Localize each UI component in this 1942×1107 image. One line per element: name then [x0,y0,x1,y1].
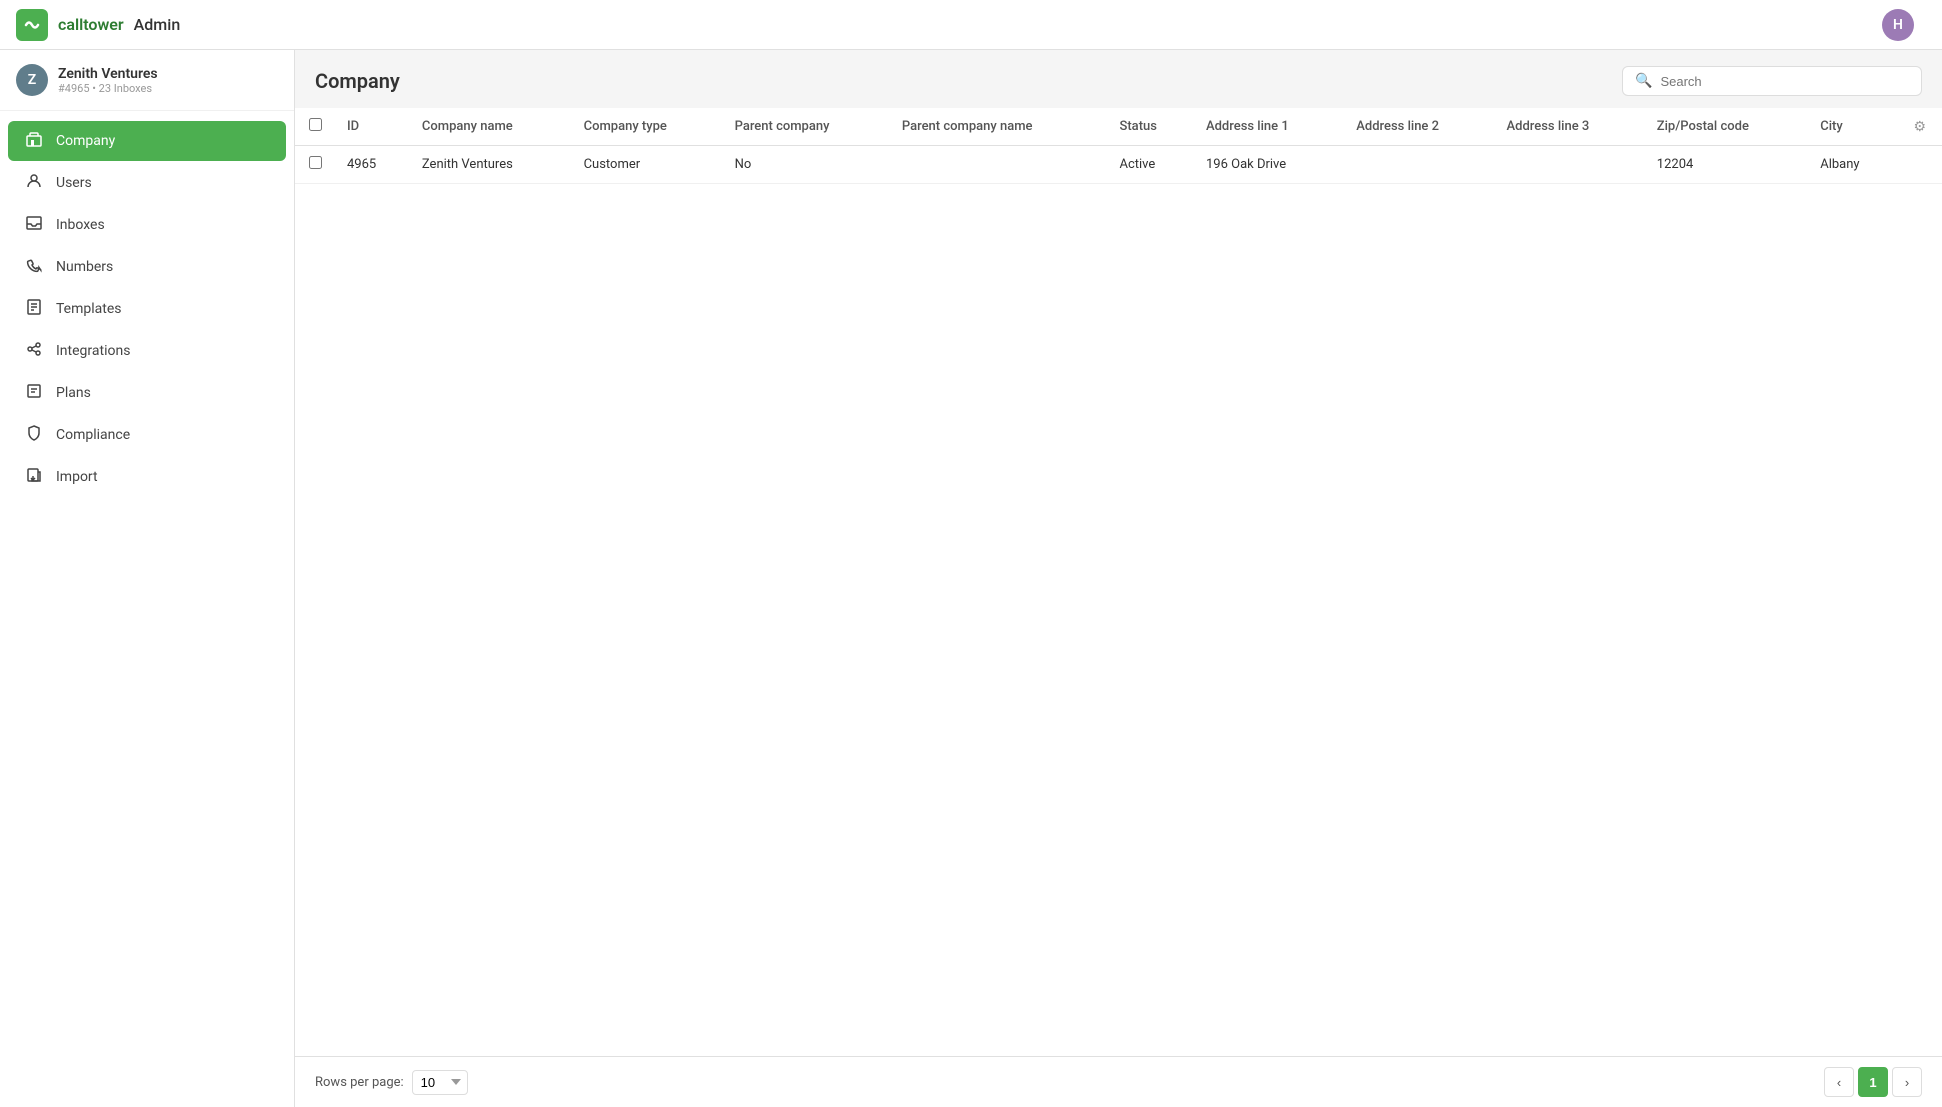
sidebar-item-integrations[interactable]: Integrations [8,331,286,371]
sidebar-item-templates[interactable]: Templates [8,289,286,329]
main-layout: Z Zenith Ventures #4965 • 23 Inboxes Com… [0,50,1942,1107]
cell-company-name: Zenith Ventures [410,146,572,184]
logo-text: calltower [58,15,124,34]
org-meta: #4965 • 23 Inboxes [58,82,158,95]
logo-icon [16,9,48,41]
templates-icon [24,299,44,319]
col-company-type: Company type [572,108,723,146]
table-wrapper: ID Company name Company type Parent comp… [295,108,1942,1056]
search-box[interactable]: 🔍 [1622,66,1922,96]
header-left: calltower Admin [16,9,180,41]
sidebar-item-users[interactable]: Users [8,163,286,203]
sidebar-item-company[interactable]: Company [8,121,286,161]
table-body: 4965 Zenith Ventures Customer No Active … [295,146,1942,184]
rows-per-page-label: Rows per page: [315,1075,404,1090]
integrations-icon [24,341,44,361]
sidebar-item-label-numbers: Numbers [56,259,113,275]
col-parent-company-name: Parent company name [890,108,1108,146]
sidebar-item-label-integrations: Integrations [56,343,130,359]
search-input[interactable] [1660,74,1909,89]
admin-label: Admin [134,15,181,34]
header-right: H [1882,9,1926,41]
sidebar-item-inboxes[interactable]: Inboxes [8,205,286,245]
col-address3: Address line 3 [1495,108,1645,146]
next-page-button[interactable]: › [1892,1067,1922,1097]
pagination: ‹ 1 › [1824,1067,1922,1097]
cell-parent-company: No [723,146,890,184]
row-checkbox-cell [295,146,335,184]
rows-per-page-select[interactable]: 10 25 50 100 [412,1070,468,1095]
prev-page-button[interactable]: ‹ [1824,1067,1854,1097]
sidebar-item-import[interactable]: Import [8,457,286,497]
col-zip: Zip/Postal code [1645,108,1808,146]
cell-parent-company-name [890,146,1108,184]
users-icon [24,173,44,193]
cell-status: Active [1107,146,1194,184]
select-all-checkbox[interactable] [309,118,322,131]
col-address2: Address line 2 [1344,108,1494,146]
page-title: Company [315,69,400,93]
org-info: Zenith Ventures #4965 • 23 Inboxes [58,66,158,95]
cell-zip: 12204 [1645,146,1808,184]
company-icon [24,131,44,151]
cell-city: Albany [1808,146,1897,184]
numbers-icon [24,257,44,277]
plans-icon [24,383,44,403]
page-1-button[interactable]: 1 [1858,1067,1888,1097]
col-settings: ⚙ [1897,108,1942,146]
sidebar-item-label-plans: Plans [56,385,91,401]
table-header-row: ID Company name Company type Parent comp… [295,108,1942,146]
col-id: ID [335,108,410,146]
sidebar-item-label-templates: Templates [56,301,122,317]
search-icon: 🔍 [1635,73,1652,89]
table-footer: Rows per page: 10 25 50 100 ‹ 1 › [295,1056,1942,1107]
sidebar: Z Zenith Ventures #4965 • 23 Inboxes Com… [0,50,295,1107]
nav-list: Company Users Inboxes Numbers Templates … [0,111,294,507]
sidebar-item-label-compliance: Compliance [56,427,130,443]
inboxes-icon [24,215,44,235]
col-company-name: Company name [410,108,572,146]
sidebar-item-label-company: Company [56,133,115,149]
header-checkbox-cell [295,108,335,146]
company-table: ID Company name Company type Parent comp… [295,108,1942,184]
row-checkbox[interactable] [309,156,322,169]
table-settings-icon[interactable]: ⚙ [1909,115,1930,139]
org-avatar: Z [16,64,48,96]
cell-address1: 196 Oak Drive [1194,146,1344,184]
user-avatar[interactable]: H [1882,9,1914,41]
col-address1: Address line 1 [1194,108,1344,146]
sidebar-item-numbers[interactable]: Numbers [8,247,286,287]
org-header[interactable]: Z Zenith Ventures #4965 • 23 Inboxes [0,50,294,111]
cell-company-type: Customer [572,146,723,184]
sidebar-item-label-inboxes: Inboxes [56,217,105,233]
cell-address3 [1495,146,1645,184]
cell-address2 [1344,146,1494,184]
col-city: City [1808,108,1897,146]
sidebar-item-plans[interactable]: Plans [8,373,286,413]
sidebar-item-compliance[interactable]: Compliance [8,415,286,455]
col-parent-company: Parent company [723,108,890,146]
col-status: Status [1107,108,1194,146]
cell-settings [1897,146,1942,184]
org-name: Zenith Ventures [58,66,158,82]
sidebar-item-label-import: Import [56,469,98,485]
sidebar-item-label-users: Users [56,175,92,191]
rows-per-page-control: Rows per page: 10 25 50 100 [315,1070,468,1095]
table-row[interactable]: 4965 Zenith Ventures Customer No Active … [295,146,1942,184]
content-header: Company 🔍 [295,50,1942,108]
cell-id: 4965 [335,146,410,184]
content-area: Company 🔍 ID Company name Company type P… [295,50,1942,1107]
top-header: calltower Admin H [0,0,1942,50]
compliance-icon [24,425,44,445]
import-icon [24,467,44,487]
